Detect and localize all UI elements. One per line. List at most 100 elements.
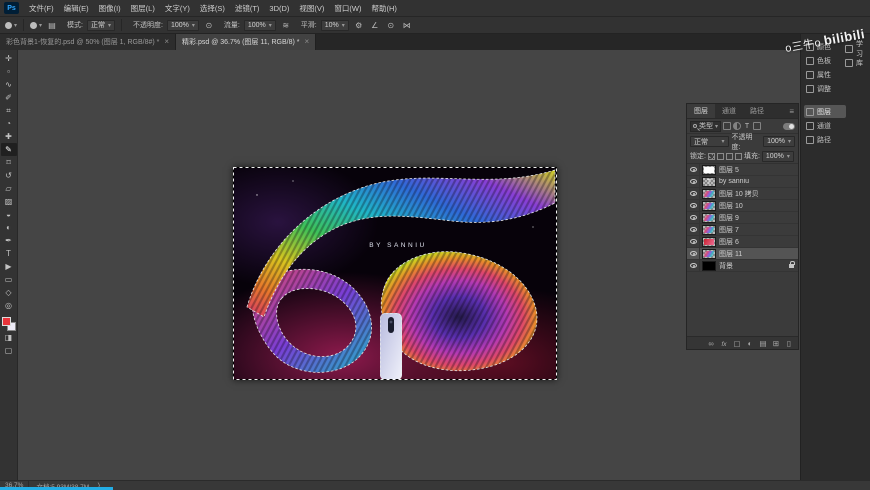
zoom-tool[interactable]: ◎ xyxy=(1,299,17,312)
crop-tool[interactable]: ⌗ xyxy=(1,104,17,117)
layer-thumbnail[interactable] xyxy=(702,260,716,271)
color-swatches[interactable] xyxy=(1,317,16,331)
foreground-color-swatch[interactable] xyxy=(1,317,11,326)
healing-brush-tool[interactable]: ✚ xyxy=(1,130,17,143)
filter-pixel-layers-icon[interactable] xyxy=(723,122,732,130)
canvas-area[interactable]: BY SANNIU xyxy=(18,50,800,480)
gradient-tool[interactable]: ▨ xyxy=(1,195,17,208)
layer-row[interactable]: by sanniu xyxy=(687,176,798,188)
menu-item[interactable]: 文字(Y) xyxy=(160,0,195,16)
brush-settings-panel-toggle-icon[interactable] xyxy=(46,21,58,30)
document-canvas[interactable]: BY SANNIU xyxy=(178,157,633,442)
menu-item[interactable]: 视图(V) xyxy=(294,0,329,16)
smoothing-select[interactable]: 10% xyxy=(320,19,349,31)
filter-type-layers-icon[interactable] xyxy=(743,122,751,130)
lock-all-icon[interactable] xyxy=(734,152,742,160)
brush-size-picker[interactable] xyxy=(30,21,42,29)
layer-visibility-toggle[interactable] xyxy=(687,260,700,271)
dock-panel-button[interactable]: 库 xyxy=(843,56,868,69)
add-layer-mask-icon[interactable] xyxy=(731,339,743,348)
panel-tab[interactable]: 路径 xyxy=(743,104,771,118)
layer-visibility-toggle[interactable] xyxy=(687,212,700,223)
airbrush-icon[interactable] xyxy=(280,21,292,30)
lock-position-icon[interactable] xyxy=(725,152,733,160)
layer-row[interactable]: 图层 9 xyxy=(687,212,798,224)
document-tab[interactable]: 彩色背景1-恢复的.psd @ 50% (图层 1, RGB/8#) * xyxy=(0,34,177,50)
move-tool[interactable]: ✛ xyxy=(1,52,17,65)
pen-tool[interactable]: ✒ xyxy=(1,234,17,247)
new-adjustment-layer-icon[interactable] xyxy=(744,339,756,348)
flow-select[interactable]: 100% xyxy=(243,19,276,31)
layer-visibility-toggle[interactable] xyxy=(687,164,700,175)
brush-tool[interactable]: ✎ xyxy=(0,143,17,156)
dock-panel-button[interactable]: 属性 xyxy=(804,68,846,81)
clone-stamp-tool[interactable]: ⌑ xyxy=(1,156,17,169)
layer-row[interactable]: 图层 6 xyxy=(687,236,798,248)
opacity-select[interactable]: 100% xyxy=(166,19,199,31)
layer-thumbnail[interactable] xyxy=(702,212,716,223)
layer-thumbnail[interactable] xyxy=(702,164,716,175)
new-group-icon[interactable] xyxy=(757,339,769,348)
layer-thumbnail[interactable] xyxy=(702,224,716,235)
link-layers-icon[interactable] xyxy=(705,339,717,348)
pressure-size-icon[interactable] xyxy=(385,21,397,30)
layer-visibility-toggle[interactable] xyxy=(687,176,700,187)
menu-item[interactable]: 滤镜(T) xyxy=(230,0,265,16)
marquee-tool[interactable]: ▫ xyxy=(1,65,17,78)
smoothing-options-gear-icon[interactable] xyxy=(353,21,365,30)
layer-visibility-toggle[interactable] xyxy=(687,188,700,199)
hand-tool[interactable]: ◇ xyxy=(1,286,17,299)
fill-select[interactable]: 100% xyxy=(761,150,794,162)
dock-panel-button[interactable]: 图层 xyxy=(804,105,846,118)
document-tab[interactable]: 精彩.psd @ 36.7% (图层 11, RGB/8) * xyxy=(176,34,317,50)
screen-mode-button[interactable] xyxy=(1,344,17,357)
menu-item[interactable]: 窗口(W) xyxy=(329,0,366,16)
eyedropper-tool[interactable]: ◔ xyxy=(1,117,17,130)
type-tool[interactable]: T xyxy=(1,247,17,260)
layer-thumbnail[interactable] xyxy=(702,236,716,247)
quick-mask-button[interactable] xyxy=(1,331,17,344)
panel-tab[interactable]: 图层 xyxy=(687,104,715,118)
layer-row[interactable]: 图层 10 拷贝 xyxy=(687,188,798,200)
layer-thumbnail[interactable] xyxy=(702,248,716,259)
close-tab-icon[interactable] xyxy=(164,38,169,46)
dock-panel-button[interactable]: 通道 xyxy=(804,119,846,132)
layer-style-icon[interactable] xyxy=(718,339,730,348)
menu-item[interactable]: 图像(I) xyxy=(94,0,126,16)
menu-item[interactable]: 文件(F) xyxy=(24,0,59,16)
pressure-opacity-icon[interactable] xyxy=(203,21,215,30)
delete-layer-icon[interactable] xyxy=(783,339,795,348)
filter-kind-select[interactable]: 类型 xyxy=(690,120,722,132)
layer-opacity-select[interactable]: 100% xyxy=(763,136,795,147)
lasso-tool[interactable]: ∿ xyxy=(1,78,17,91)
close-tab-icon[interactable] xyxy=(305,38,310,46)
menu-item[interactable]: 编辑(E) xyxy=(59,0,94,16)
menu-item[interactable]: 选择(S) xyxy=(195,0,230,16)
history-brush-tool[interactable]: ↺ xyxy=(1,169,17,182)
blend-mode-select[interactable]: 正常 xyxy=(86,19,115,31)
menu-item[interactable]: 3D(D) xyxy=(264,0,294,16)
dock-panel-button[interactable]: 色板 xyxy=(804,54,846,67)
layer-visibility-toggle[interactable] xyxy=(687,224,700,235)
layer-row[interactable]: 图层 5 xyxy=(687,164,798,176)
layer-row[interactable]: 图层 11 xyxy=(687,248,798,260)
lock-transparency-icon[interactable] xyxy=(707,152,715,160)
new-layer-icon[interactable] xyxy=(770,339,782,348)
layer-row[interactable]: 图层 10 xyxy=(687,200,798,212)
tool-preset-picker[interactable] xyxy=(5,21,17,29)
path-selection-tool[interactable]: ▶ xyxy=(1,260,17,273)
dock-panel-button[interactable]: 路径 xyxy=(804,133,846,146)
layer-visibility-toggle[interactable] xyxy=(687,236,700,247)
shape-tool[interactable]: ▭ xyxy=(1,273,17,286)
lock-paint-icon[interactable] xyxy=(716,152,724,160)
filter-adjustment-layers-icon[interactable] xyxy=(733,122,742,130)
paint-symmetry-icon[interactable] xyxy=(401,21,413,30)
brush-angle-icon[interactable] xyxy=(369,21,381,30)
quick-selection-tool[interactable]: ✐ xyxy=(1,91,17,104)
layer-row[interactable]: 背景 xyxy=(687,260,798,272)
blur-tool[interactable]: ◒ xyxy=(1,208,17,221)
filter-on-off-toggle[interactable] xyxy=(783,122,795,130)
layer-row[interactable]: 图层 7 xyxy=(687,224,798,236)
panel-menu-icon[interactable] xyxy=(789,107,794,116)
layer-visibility-toggle[interactable] xyxy=(687,200,700,211)
